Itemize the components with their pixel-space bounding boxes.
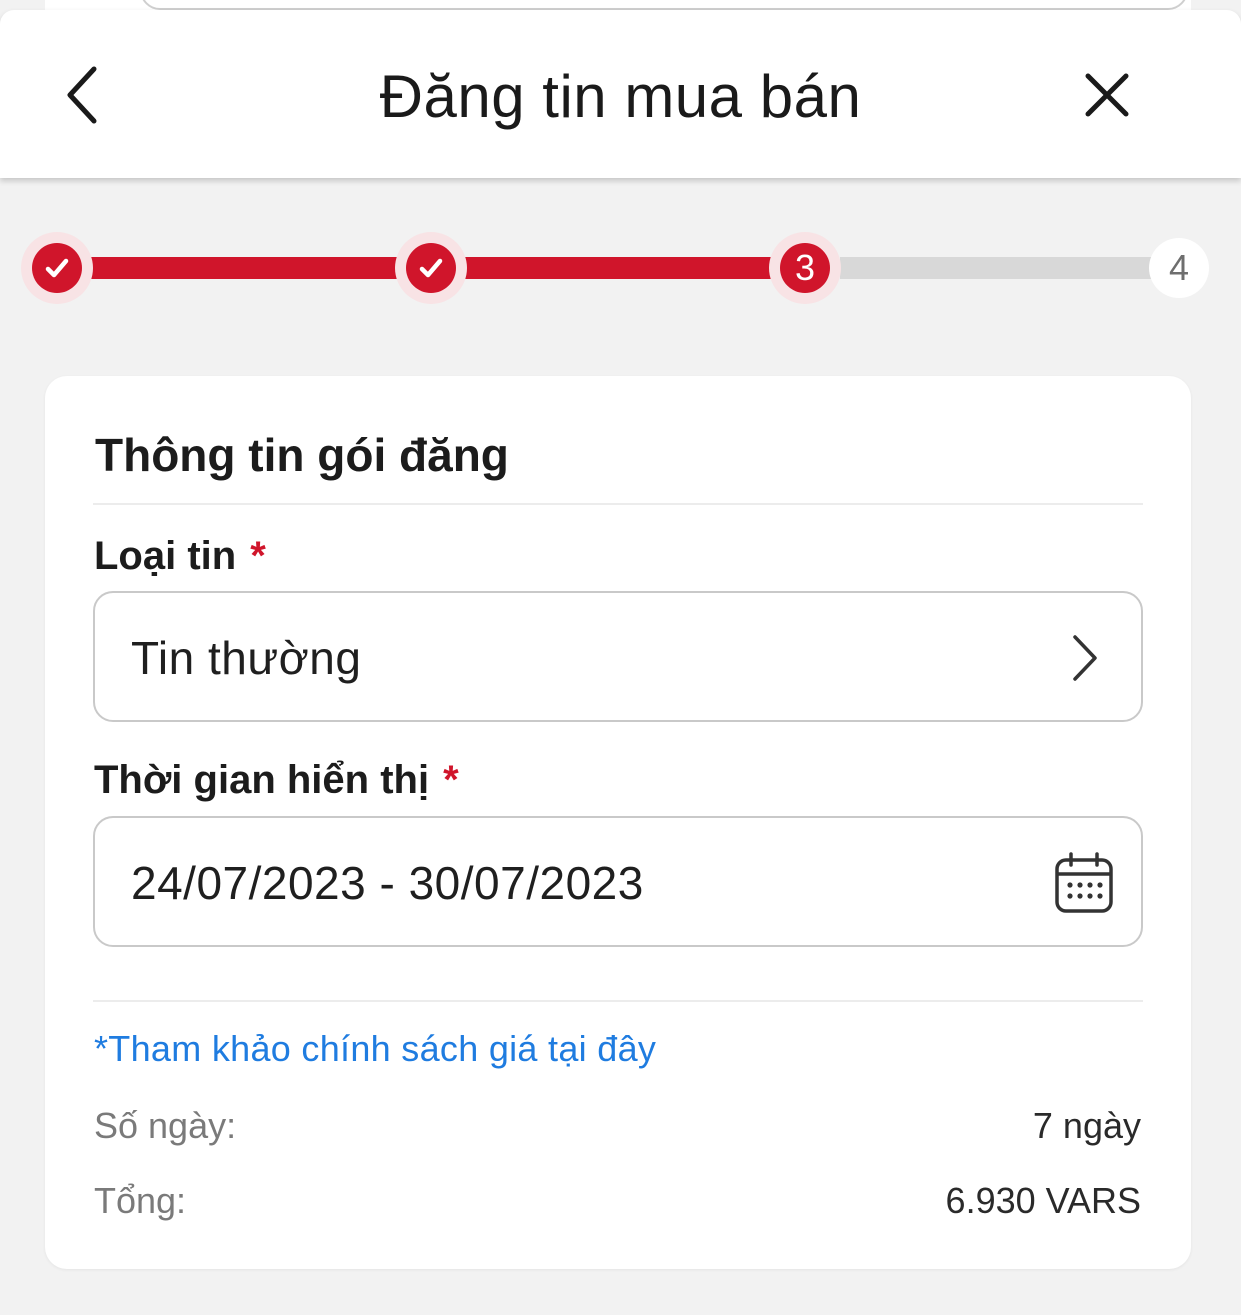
step-3: 3 [769,232,841,304]
pricing-policy-link[interactable]: *Tham khảo chính sách giá tại đây [94,1028,656,1070]
required-mark: * [250,534,266,578]
divider [93,1000,1143,1002]
divider [93,503,1143,505]
listing-type-chevron [1049,623,1119,693]
underlying-input [140,0,1188,10]
required-mark: * [443,758,459,802]
package-info-card: Thông tin gói đăng Loại tin * Tin thường … [45,376,1191,1269]
display-period-value: 24/07/2023 - 30/07/2023 [131,857,644,909]
display-period-picker[interactable]: 24/07/2023 - 30/07/2023 [93,816,1143,947]
step-4: 4 [1149,238,1209,298]
check-icon [419,258,443,278]
step-1 [21,232,93,304]
post-listing-screen: Đăng tin mua bán 3 4 Thông tin gói đăng … [0,0,1241,1315]
card-title: Thông tin gói đăng [95,429,509,481]
page-title: Đăng tin mua bán [379,63,862,130]
calendar-button[interactable] [1049,848,1119,918]
close-button[interactable] [1074,60,1140,130]
step-connector-3 [840,257,1152,279]
listing-type-select[interactable]: Tin thường [93,591,1143,722]
listing-type-label: Loại tin * [94,534,266,579]
header-bar: Đăng tin mua bán [0,10,1241,178]
close-icon [1085,73,1129,117]
listing-type-value: Tin thường [131,632,362,684]
display-period-label-text: Thời gian hiển thị [94,758,430,802]
days-label: Số ngày: [94,1105,237,1146]
calendar-icon [1055,852,1113,913]
step-2-dot [406,243,456,293]
step-connector-1 [90,257,400,279]
chevron-right-icon [1073,635,1097,681]
days-value: 7 ngày [1032,1105,1141,1146]
total-label: Tổng: [94,1180,187,1221]
step-1-dot [32,243,82,293]
step-connector-2 [465,257,775,279]
display-period-label: Thời gian hiển thị * [94,758,459,803]
check-icon [45,258,69,278]
total-value: 6.930 VARS [945,1180,1141,1221]
step-2 [395,232,467,304]
step-3-number: 3 [780,243,830,293]
progress-stepper: 3 4 [0,232,1241,304]
listing-type-label-text: Loại tin [94,534,237,578]
